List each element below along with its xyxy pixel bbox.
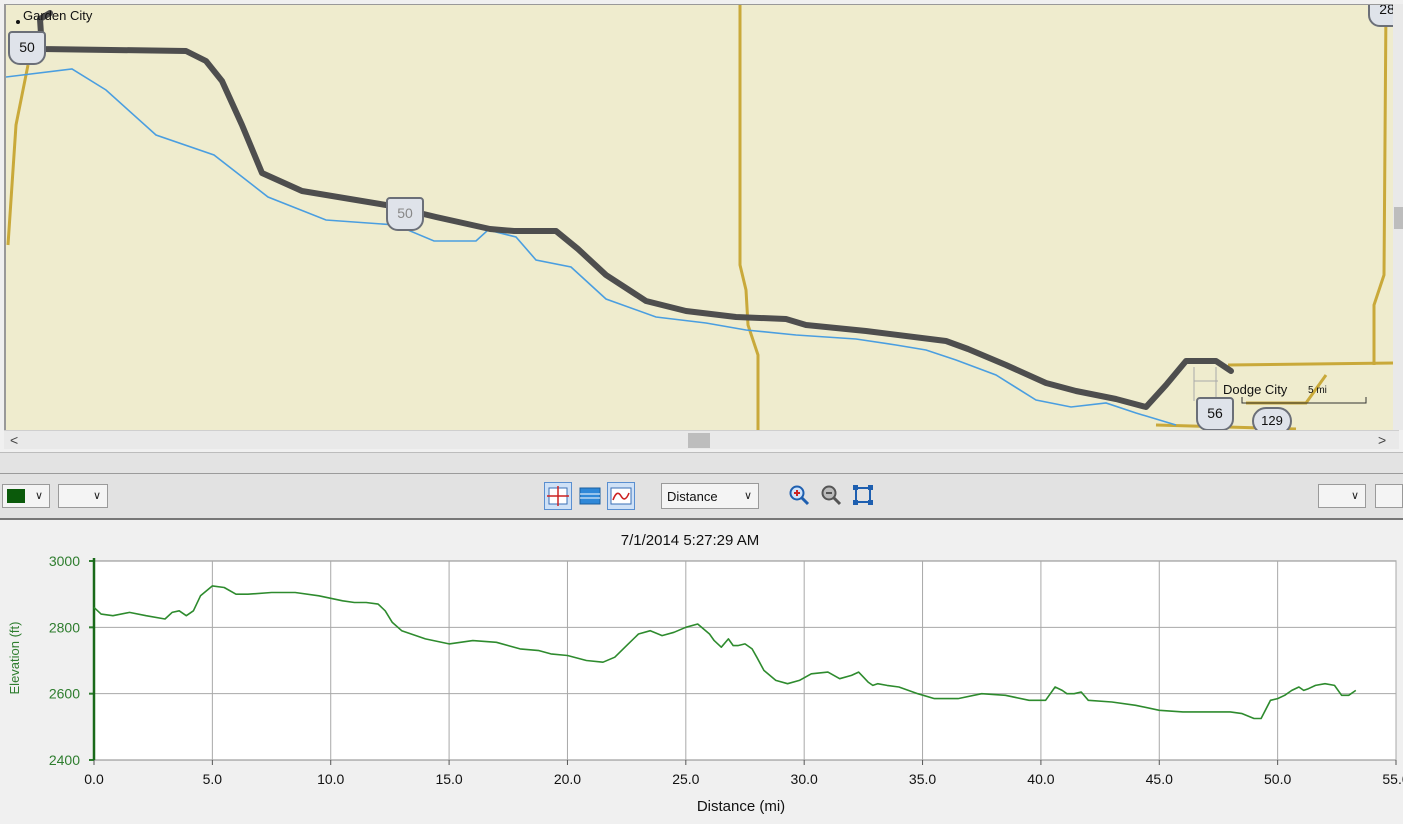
zoom-in-icon [789, 485, 810, 506]
route-track [37, 16, 1234, 410]
vertical-scroll-thumb[interactable] [1394, 207, 1403, 229]
y-tick-label: 2800 [49, 619, 80, 635]
map-view[interactable]: Garden City Dodge City 5 mi 50 50 56 129… [4, 4, 1395, 431]
right-select[interactable]: ∨ [1318, 484, 1366, 508]
route129-shield: 129 [1252, 407, 1292, 431]
chevron-down-icon: ∨ [92, 490, 101, 502]
x-tick-label: 10.0 [317, 771, 344, 787]
scale-label: 5 mi [1308, 385, 1327, 396]
x-tick-label: 30.0 [791, 771, 818, 787]
road-vertical-center [738, 5, 760, 431]
x-tick-label: 45.0 [1146, 771, 1173, 787]
axis-select-value: Distance [667, 489, 718, 504]
plot-area [93, 560, 1397, 761]
x-tick-label: 55.0 [1382, 771, 1403, 787]
dodge-city-label: Dodge City [1223, 382, 1288, 397]
crosshair-icon [547, 486, 569, 506]
y-axis-label: Elevation (ft) [7, 622, 22, 695]
fill-button[interactable] [576, 482, 604, 510]
shield-top-right: 28 [1368, 5, 1395, 27]
color-swatch [7, 489, 25, 503]
garden-city-dot [16, 20, 20, 24]
crosshair-button[interactable] [544, 482, 572, 510]
pane-splitter[interactable] [0, 452, 1403, 475]
line-graph-button[interactable] [607, 482, 635, 510]
x-tick-label: 5.0 [203, 771, 223, 787]
zoom-out-icon [821, 485, 842, 506]
x-tick-label: 25.0 [672, 771, 699, 787]
us50-shield-faint: 50 [386, 197, 424, 231]
scroll-right-arrow[interactable]: > [1378, 431, 1386, 449]
x-tick-label: 50.0 [1264, 771, 1291, 787]
x-tick-label: 20.0 [554, 771, 581, 787]
us50-shield: 50 [8, 31, 46, 65]
river [6, 68, 1177, 426]
x-tick-label: 0.0 [84, 771, 104, 787]
x-tick-label: 15.0 [435, 771, 462, 787]
chevron-down-icon: ∨ [34, 490, 43, 502]
zoom-out-button[interactable] [820, 484, 842, 506]
profile-toolbar: ∨ ∨ Distance ∨ ∨ [0, 474, 1403, 520]
axis-select[interactable]: Distance ∨ [661, 483, 759, 509]
right-edge-select[interactable] [1375, 484, 1403, 508]
y-tick-label: 3000 [49, 553, 80, 569]
elevation-chart[interactable]: 7/1/2014 5:27:29 AM Distance (mi) Elevat… [0, 520, 1403, 819]
horizontal-scroll-thumb[interactable] [688, 433, 710, 448]
chart-title: 7/1/2014 5:27:29 AM [621, 532, 759, 549]
garden-city-label: Garden City [23, 8, 93, 23]
map-vertical-scrollbar[interactable] [1393, 4, 1403, 430]
zoom-in-button[interactable] [788, 484, 810, 506]
chevron-down-icon: ∨ [1350, 490, 1359, 502]
zoom-extents-icon [853, 485, 873, 505]
elevation-profile-panel[interactable]: 7/1/2014 5:27:29 AM Distance (mi) Elevat… [0, 520, 1403, 819]
zoom-extents-button[interactable] [852, 484, 874, 506]
map-horizontal-scrollbar[interactable]: < > [4, 430, 1399, 449]
x-axis-label: Distance (mi) [697, 798, 785, 815]
color-select[interactable]: ∨ [2, 484, 50, 508]
road-horizontal-dodge [1227, 361, 1395, 367]
scroll-left-arrow[interactable]: < [10, 431, 18, 449]
y-tick-label: 2400 [49, 752, 80, 768]
y-tick-label: 2600 [49, 686, 80, 702]
x-tick-label: 35.0 [909, 771, 936, 787]
road-vertical-left [6, 64, 30, 246]
x-tick-label: 40.0 [1027, 771, 1054, 787]
fill-icon [579, 487, 601, 505]
series-select[interactable]: ∨ [58, 484, 108, 508]
road-vertical-right [1372, 5, 1388, 365]
us56-shield: 56 [1196, 397, 1234, 431]
map-canvas[interactable] [6, 5, 1395, 431]
chevron-down-icon: ∨ [743, 490, 752, 502]
line-graph-icon [610, 487, 632, 505]
dodge-grid [1193, 367, 1218, 401]
